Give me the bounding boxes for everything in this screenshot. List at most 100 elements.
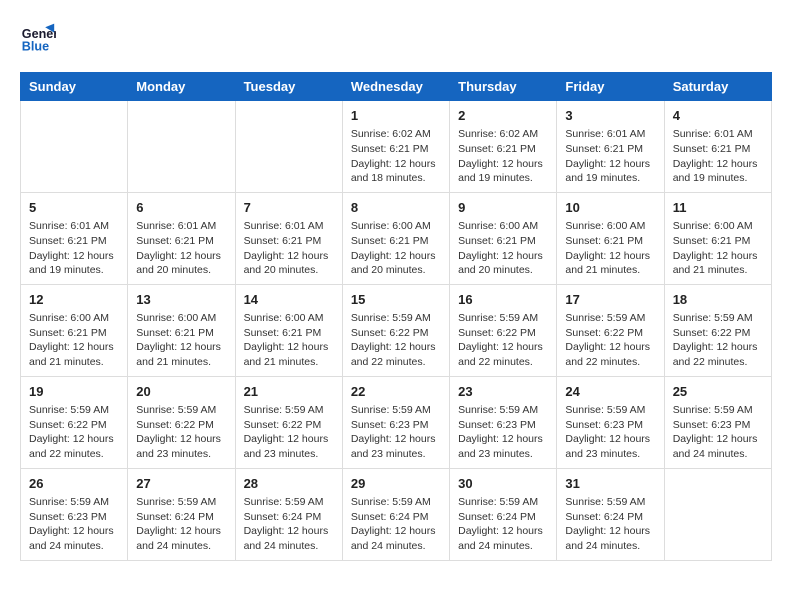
day-info: Sunrise: 5:59 AM Sunset: 6:22 PM Dayligh…: [673, 311, 763, 370]
weekday-header-tuesday: Tuesday: [235, 73, 342, 101]
day-info: Sunrise: 6:00 AM Sunset: 6:21 PM Dayligh…: [351, 219, 441, 278]
weekday-header-saturday: Saturday: [664, 73, 771, 101]
day-number: 21: [244, 383, 334, 401]
day-info: Sunrise: 6:01 AM Sunset: 6:21 PM Dayligh…: [29, 219, 119, 278]
day-number: 29: [351, 475, 441, 493]
calendar-cell: 16Sunrise: 5:59 AM Sunset: 6:22 PM Dayli…: [450, 284, 557, 376]
day-number: 24: [565, 383, 655, 401]
day-number: 14: [244, 291, 334, 309]
day-number: 31: [565, 475, 655, 493]
calendar-cell: [235, 101, 342, 193]
day-info: Sunrise: 5:59 AM Sunset: 6:23 PM Dayligh…: [458, 403, 548, 462]
calendar-cell: 1Sunrise: 6:02 AM Sunset: 6:21 PM Daylig…: [342, 101, 449, 193]
day-info: Sunrise: 5:59 AM Sunset: 6:24 PM Dayligh…: [565, 495, 655, 554]
day-info: Sunrise: 5:59 AM Sunset: 6:24 PM Dayligh…: [136, 495, 226, 554]
day-number: 6: [136, 199, 226, 217]
day-number: 9: [458, 199, 548, 217]
calendar-cell: 26Sunrise: 5:59 AM Sunset: 6:23 PM Dayli…: [21, 468, 128, 560]
calendar-cell: 23 Sunrise: 5:59 AM Sunset: 6:23 PM Dayli…: [450, 376, 557, 468]
week-row-2: 5 Sunrise: 6:01 AM Sunset: 6:21 PM Daylig…: [21, 192, 772, 284]
day-number: 5: [29, 199, 119, 217]
day-info: Sunrise: 5:59 AM Sunset: 6:23 PM Dayligh…: [351, 403, 441, 462]
day-number: 7: [244, 199, 334, 217]
calendar-cell: 2Sunrise: 6:02 AM Sunset: 6:21 PM Daylig…: [450, 101, 557, 193]
day-info: Sunrise: 6:01 AM Sunset: 6:21 PM Dayligh…: [565, 127, 655, 186]
calendar-cell: 7 Sunrise: 6:01 AM Sunset: 6:21 PM Daylig…: [235, 192, 342, 284]
day-info: Sunrise: 5:59 AM Sunset: 6:22 PM Dayligh…: [244, 403, 334, 462]
day-number: 15: [351, 291, 441, 309]
weekday-header-row: SundayMondayTuesdayWednesdayThursdayFrid…: [21, 73, 772, 101]
day-number: 3: [565, 107, 655, 125]
calendar-cell: 25 Sunrise: 5:59 AM Sunset: 6:23 PM Dayli…: [664, 376, 771, 468]
day-info: Sunrise: 6:00 AM Sunset: 6:21 PM Dayligh…: [29, 311, 119, 370]
day-number: 22: [351, 383, 441, 401]
day-number: 10: [565, 199, 655, 217]
day-number: 2: [458, 107, 548, 125]
calendar-cell: 28Sunrise: 5:59 AM Sunset: 6:24 PM Dayli…: [235, 468, 342, 560]
calendar-cell: 12 Sunrise: 6:00 AM Sunset: 6:21 PM Dayli…: [21, 284, 128, 376]
day-info: Sunrise: 5:59 AM Sunset: 6:23 PM Dayligh…: [29, 495, 119, 554]
calendar-cell: 17 Sunrise: 5:59 AM Sunset: 6:22 PM Dayli…: [557, 284, 664, 376]
day-info: Sunrise: 5:59 AM Sunset: 6:22 PM Dayligh…: [351, 311, 441, 370]
calendar-cell: 30 Sunrise: 5:59 AM Sunset: 6:24 PM Dayli…: [450, 468, 557, 560]
calendar-cell: 24 Sunrise: 5:59 AM Sunset: 6:23 PM Dayli…: [557, 376, 664, 468]
week-row-1: 1Sunrise: 6:02 AM Sunset: 6:21 PM Daylig…: [21, 101, 772, 193]
week-row-5: 26Sunrise: 5:59 AM Sunset: 6:23 PM Dayli…: [21, 468, 772, 560]
calendar-cell: 6Sunrise: 6:01 AM Sunset: 6:21 PM Daylig…: [128, 192, 235, 284]
calendar-cell: 5 Sunrise: 6:01 AM Sunset: 6:21 PM Daylig…: [21, 192, 128, 284]
day-number: 11: [673, 199, 763, 217]
day-number: 13: [136, 291, 226, 309]
day-number: 20: [136, 383, 226, 401]
calendar-cell: [128, 101, 235, 193]
day-number: 28: [244, 475, 334, 493]
day-number: 19: [29, 383, 119, 401]
day-number: 18: [673, 291, 763, 309]
day-info: Sunrise: 6:01 AM Sunset: 6:21 PM Dayligh…: [673, 127, 763, 186]
day-info: Sunrise: 6:01 AM Sunset: 6:21 PM Dayligh…: [244, 219, 334, 278]
calendar-cell: 18 Sunrise: 5:59 AM Sunset: 6:22 PM Dayli…: [664, 284, 771, 376]
day-number: 17: [565, 291, 655, 309]
day-number: 25: [673, 383, 763, 401]
day-number: 8: [351, 199, 441, 217]
day-info: Sunrise: 6:00 AM Sunset: 6:21 PM Dayligh…: [673, 219, 763, 278]
day-number: 16: [458, 291, 548, 309]
calendar-cell: [664, 468, 771, 560]
week-row-3: 12 Sunrise: 6:00 AM Sunset: 6:21 PM Dayli…: [21, 284, 772, 376]
day-info: Sunrise: 6:00 AM Sunset: 6:21 PM Dayligh…: [244, 311, 334, 370]
calendar-table: SundayMondayTuesdayWednesdayThursdayFrid…: [20, 72, 772, 561]
weekday-header-friday: Friday: [557, 73, 664, 101]
calendar-cell: 19 Sunrise: 5:59 AM Sunset: 6:22 PM Dayli…: [21, 376, 128, 468]
calendar-cell: 21 Sunrise: 5:59 AM Sunset: 6:22 PM Dayli…: [235, 376, 342, 468]
weekday-header-thursday: Thursday: [450, 73, 557, 101]
calendar-cell: 14 Sunrise: 6:00 AM Sunset: 6:21 PM Dayli…: [235, 284, 342, 376]
day-number: 30: [458, 475, 548, 493]
day-info: Sunrise: 6:00 AM Sunset: 6:21 PM Dayligh…: [136, 311, 226, 370]
calendar-cell: 9 Sunrise: 6:00 AM Sunset: 6:21 PM Daylig…: [450, 192, 557, 284]
calendar-cell: 15 Sunrise: 5:59 AM Sunset: 6:22 PM Dayli…: [342, 284, 449, 376]
svg-text:Blue: Blue: [22, 40, 49, 54]
weekday-header-wednesday: Wednesday: [342, 73, 449, 101]
calendar-cell: 4 Sunrise: 6:01 AM Sunset: 6:21 PM Daylig…: [664, 101, 771, 193]
calendar-cell: 22 Sunrise: 5:59 AM Sunset: 6:23 PM Dayli…: [342, 376, 449, 468]
day-number: 4: [673, 107, 763, 125]
day-info: Sunrise: 6:00 AM Sunset: 6:21 PM Dayligh…: [565, 219, 655, 278]
day-number: 23: [458, 383, 548, 401]
day-info: Sunrise: 5:59 AM Sunset: 6:24 PM Dayligh…: [458, 495, 548, 554]
day-info: Sunrise: 5:59 AM Sunset: 6:24 PM Dayligh…: [351, 495, 441, 554]
calendar-cell: 27Sunrise: 5:59 AM Sunset: 6:24 PM Dayli…: [128, 468, 235, 560]
logo: General Blue: [20, 20, 60, 56]
day-info: Sunrise: 5:59 AM Sunset: 6:22 PM Dayligh…: [565, 311, 655, 370]
calendar-cell: 13 Sunrise: 6:00 AM Sunset: 6:21 PM Dayli…: [128, 284, 235, 376]
day-info: Sunrise: 5:59 AM Sunset: 6:23 PM Dayligh…: [565, 403, 655, 462]
day-info: Sunrise: 5:59 AM Sunset: 6:23 PM Dayligh…: [673, 403, 763, 462]
day-info: Sunrise: 6:02 AM Sunset: 6:21 PM Dayligh…: [351, 127, 441, 186]
day-number: 12: [29, 291, 119, 309]
week-row-4: 19 Sunrise: 5:59 AM Sunset: 6:22 PM Dayli…: [21, 376, 772, 468]
weekday-header-sunday: Sunday: [21, 73, 128, 101]
calendar-cell: 20Sunrise: 5:59 AM Sunset: 6:22 PM Dayli…: [128, 376, 235, 468]
calendar-cell: [21, 101, 128, 193]
day-info: Sunrise: 6:00 AM Sunset: 6:21 PM Dayligh…: [458, 219, 548, 278]
logo-icon: General Blue: [20, 20, 56, 56]
calendar-cell: 8 Sunrise: 6:00 AM Sunset: 6:21 PM Daylig…: [342, 192, 449, 284]
day-info: Sunrise: 5:59 AM Sunset: 6:22 PM Dayligh…: [29, 403, 119, 462]
